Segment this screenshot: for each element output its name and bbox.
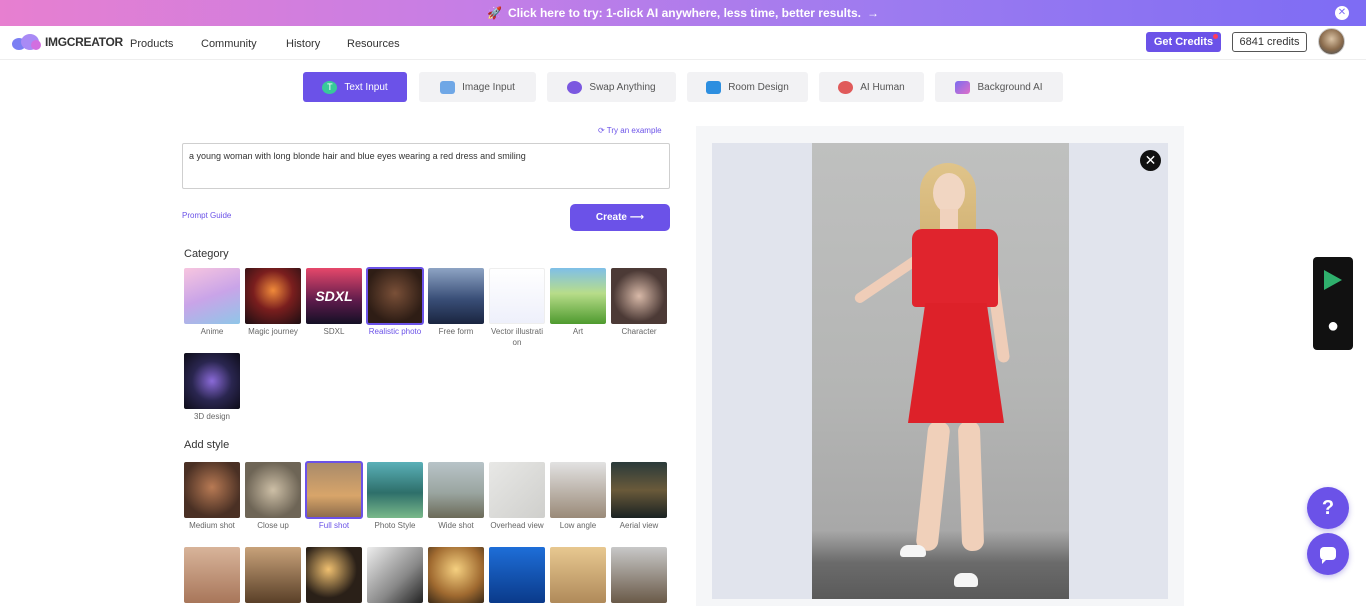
nav-products[interactable]: Products: [130, 38, 173, 50]
style-thumbnail-row2[interactable]: [367, 547, 423, 603]
google-play-icon[interactable]: [1324, 270, 1342, 290]
tab-text-input[interactable]: T Text Input: [303, 72, 407, 102]
tab-label: Text Input: [344, 81, 388, 93]
swap-icon: [567, 80, 583, 94]
tab-background-ai[interactable]: Background AI: [935, 72, 1063, 102]
category-thumbnail: [184, 268, 240, 324]
style-thumbnail: [550, 462, 606, 518]
close-banner-icon[interactable]: ✕: [1335, 6, 1349, 20]
human-icon: [838, 80, 854, 94]
category-thumbnail: [245, 268, 301, 324]
question-icon: ?: [1321, 497, 1335, 519]
try-example-link[interactable]: ⟳ Try an example: [598, 126, 662, 135]
category-art[interactable]: Art: [550, 268, 606, 337]
rocket-icon: 🚀: [487, 6, 502, 20]
style-thumbnail: [367, 462, 423, 518]
tab-label: Room Design: [728, 81, 789, 93]
text-t-icon: T: [322, 80, 338, 94]
style-thumbnail: [428, 462, 484, 518]
tab-label: Swap Anything: [589, 81, 656, 93]
style-thumbnail-row2[interactable]: [489, 547, 545, 603]
nav-community[interactable]: Community: [201, 38, 257, 50]
style-thumbnail-row2[interactable]: [245, 547, 301, 603]
get-credits-label: Get Credits: [1153, 36, 1214, 48]
category-thumbnail: [184, 353, 240, 409]
category-magic-journey[interactable]: Magic journey: [245, 268, 301, 337]
style-low-angle[interactable]: Low angle: [550, 462, 606, 531]
refresh-icon: ⟳: [598, 126, 605, 135]
generated-image[interactable]: [812, 143, 1069, 599]
promo-banner[interactable]: 🚀 Click here to try: 1-click AI anywhere…: [0, 0, 1366, 26]
chat-icon: [1320, 547, 1336, 564]
tab-image-input[interactable]: Image Input: [419, 72, 536, 102]
style-aerial-view[interactable]: Aerial view: [611, 462, 667, 531]
category-free-form[interactable]: Free form: [428, 268, 484, 337]
style-full-shot[interactable]: Full shot: [305, 461, 363, 531]
category-thumbnail: [550, 268, 606, 324]
arrow-right-icon: →: [866, 6, 879, 20]
brand-logo[interactable]: IMGCREATOR: [12, 32, 123, 52]
style-thumbnail-row2[interactable]: [611, 547, 667, 603]
category-thumbnail: [366, 267, 424, 325]
category-anime[interactable]: Anime: [184, 268, 240, 337]
close-preview-icon[interactable]: ✕: [1140, 150, 1161, 171]
category-character[interactable]: Character: [611, 268, 667, 337]
style-close-up[interactable]: Close up: [245, 462, 301, 531]
create-button[interactable]: Create ⟶: [570, 204, 670, 231]
tab-label: AI Human: [860, 81, 905, 93]
user-avatar[interactable]: [1318, 28, 1345, 55]
style-thumbnail: [245, 462, 301, 518]
tab-room-design[interactable]: Room Design: [687, 72, 808, 102]
style-thumbnail: [611, 462, 667, 518]
nav-resources[interactable]: Resources: [347, 38, 400, 50]
style-thumbnail: [489, 462, 545, 518]
style-thumbnail-row2[interactable]: [306, 547, 362, 603]
house-icon: [706, 80, 722, 94]
image-icon: [440, 80, 456, 94]
add-style-title: Add style: [184, 439, 230, 451]
prompt-input[interactable]: [182, 143, 670, 189]
category-thumbnail: [428, 268, 484, 324]
category-thumbnail: [489, 268, 545, 324]
style-thumbnail-row2[interactable]: [550, 547, 606, 603]
tab-label: Background AI: [977, 81, 1043, 93]
logo-icon: [12, 32, 42, 52]
notification-dot: [1213, 34, 1218, 39]
nav-history[interactable]: History: [286, 38, 320, 50]
credits-balance[interactable]: 6841 credits: [1232, 32, 1307, 52]
prompt-guide-link[interactable]: Prompt Guide: [182, 211, 231, 220]
tab-label: Image Input: [462, 81, 515, 93]
promo-banner-text[interactable]: Click here to try: 1-click AI anywhere, …: [508, 6, 861, 20]
arrow-right-icon: ⟶: [629, 212, 645, 223]
style-overhead-view[interactable]: Overhead view: [489, 462, 545, 531]
category-thumbnail: [611, 268, 667, 324]
top-navbar: IMGCREATOR Products Community History Re…: [0, 26, 1366, 60]
category-sdxl[interactable]: SDXL SDXL: [306, 268, 362, 337]
category-3d-design[interactable]: 3D design: [184, 353, 240, 422]
category-vector-illustration[interactable]: Vector illustration: [489, 268, 545, 348]
brand-name: IMGCREATOR: [45, 35, 123, 49]
style-medium-shot[interactable]: Medium shot: [184, 462, 240, 531]
style-thumbnail: [184, 462, 240, 518]
style-thumbnail-row2[interactable]: [428, 547, 484, 603]
style-wide-shot[interactable]: Wide shot: [428, 462, 484, 531]
tab-swap-anything[interactable]: Swap Anything: [547, 72, 676, 102]
help-button[interactable]: ?: [1307, 487, 1349, 529]
tab-ai-human[interactable]: AI Human: [819, 72, 924, 102]
category-realistic-photo[interactable]: Realistic photo: [366, 267, 424, 337]
background-icon: [955, 80, 971, 94]
category-thumbnail: SDXL: [306, 268, 362, 324]
get-credits-button[interactable]: Get Credits: [1146, 32, 1221, 52]
style-photo-style[interactable]: Photo Style: [367, 462, 423, 531]
category-title: Category: [184, 248, 229, 260]
style-thumbnail-row2[interactable]: [184, 547, 240, 603]
apple-icon[interactable]: ●: [1313, 314, 1353, 338]
style-thumbnail: [305, 461, 363, 519]
app-download-badges: ●: [1313, 257, 1353, 350]
create-label: Create: [595, 212, 627, 223]
chat-button[interactable]: [1307, 533, 1349, 575]
